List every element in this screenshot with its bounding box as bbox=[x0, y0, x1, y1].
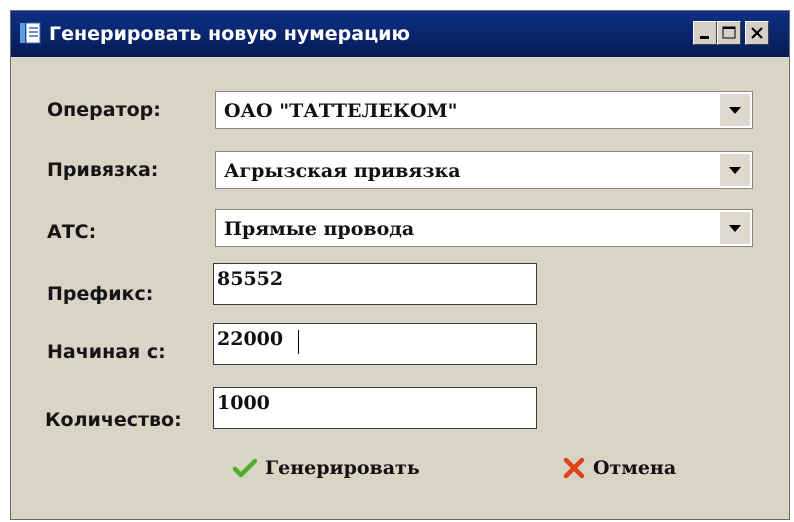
window-title: Генерировать новую нумерацию bbox=[49, 23, 410, 45]
chevron-down-icon bbox=[729, 167, 741, 174]
operator-select[interactable]: ОАО "ТАТТЕЛЕКОМ" bbox=[215, 91, 753, 129]
maximize-icon bbox=[722, 26, 736, 39]
generate-button-label: Генерировать bbox=[265, 457, 420, 479]
close-button[interactable] bbox=[745, 21, 769, 45]
minimize-button[interactable] bbox=[693, 21, 717, 45]
cancel-button[interactable]: Отмена bbox=[563, 449, 676, 487]
prefix-input[interactable] bbox=[214, 264, 536, 304]
binding-value: Агрызская привязка bbox=[224, 160, 461, 182]
operator-dropdown-button[interactable] bbox=[720, 94, 750, 126]
ats-label: АТС: bbox=[47, 221, 97, 243]
cross-icon bbox=[563, 457, 585, 479]
dialog-window: Генерировать новую нумерацию Оператор: О… bbox=[10, 10, 790, 520]
chevron-down-icon bbox=[729, 107, 741, 114]
ats-select[interactable]: Прямые провода bbox=[215, 209, 753, 247]
start-label: Начиная с: bbox=[47, 341, 166, 363]
binding-dropdown-button[interactable] bbox=[720, 154, 750, 186]
ats-value: Прямые провода bbox=[224, 218, 415, 240]
prefix-label: Префикс: bbox=[47, 283, 154, 305]
count-field[interactable] bbox=[213, 387, 537, 429]
binding-select[interactable]: Агрызская привязка bbox=[215, 151, 753, 189]
checkmark-icon bbox=[233, 458, 257, 478]
app-document-icon bbox=[19, 21, 43, 45]
prefix-field[interactable] bbox=[213, 263, 537, 305]
operator-value: ОАО "ТАТТЕЛЕКОМ" bbox=[224, 100, 458, 122]
binding-label: Привязка: bbox=[47, 159, 159, 181]
text-caret bbox=[298, 330, 299, 354]
start-input[interactable] bbox=[214, 324, 536, 364]
close-icon bbox=[751, 27, 763, 39]
minimize-icon bbox=[700, 36, 709, 39]
generate-button[interactable]: Генерировать bbox=[233, 449, 420, 487]
start-field[interactable] bbox=[213, 323, 537, 365]
chevron-down-icon bbox=[729, 225, 741, 232]
ats-dropdown-button[interactable] bbox=[720, 212, 750, 244]
cancel-button-label: Отмена bbox=[593, 457, 677, 479]
title-bar[interactable]: Генерировать новую нумерацию bbox=[11, 11, 789, 57]
operator-label: Оператор: bbox=[47, 99, 161, 121]
count-label: Количество: bbox=[45, 409, 182, 431]
count-input[interactable] bbox=[214, 388, 536, 428]
maximize-button[interactable] bbox=[717, 21, 741, 45]
